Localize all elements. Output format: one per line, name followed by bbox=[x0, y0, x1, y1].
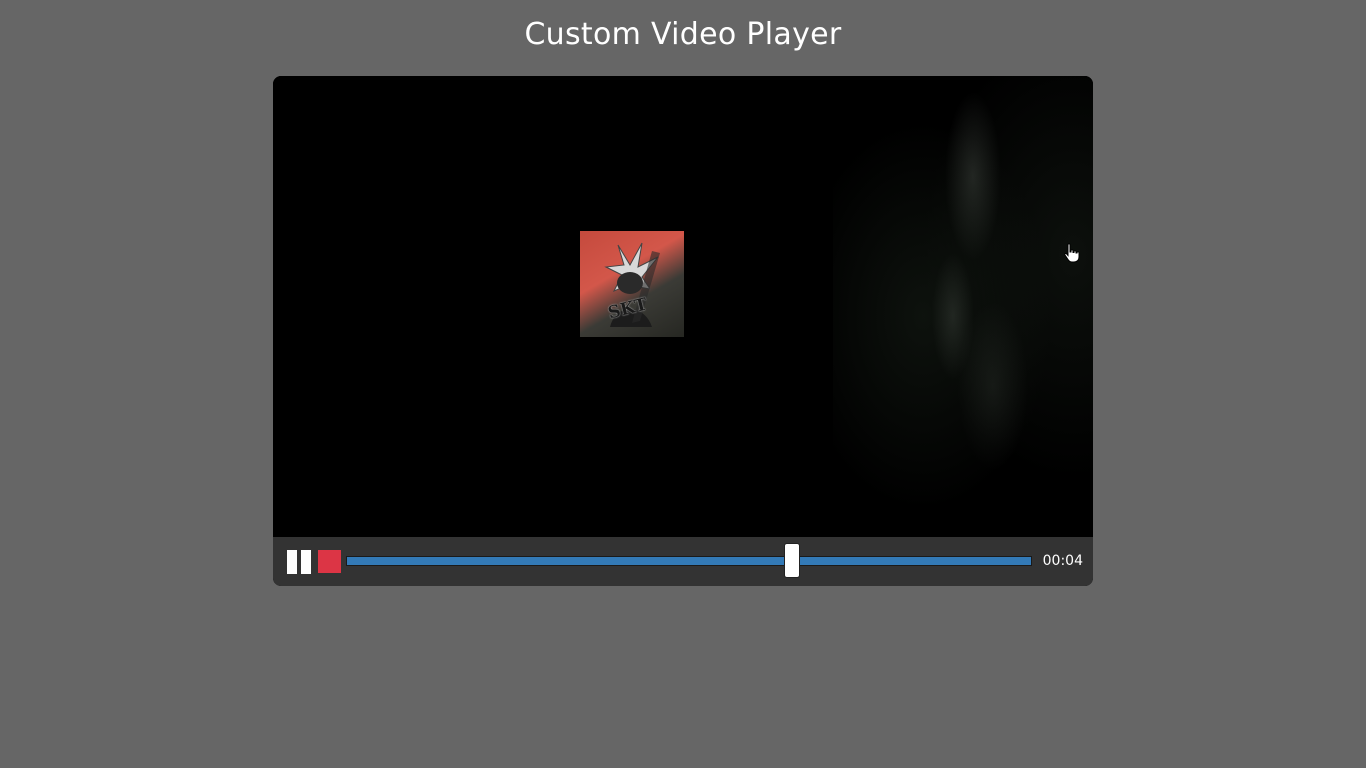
smoke-background bbox=[833, 76, 1093, 537]
page-title: Custom Video Player bbox=[524, 17, 842, 52]
progress-thumb[interactable] bbox=[784, 543, 801, 578]
pause-icon bbox=[287, 550, 297, 574]
channel-logo: SKT bbox=[580, 231, 684, 337]
video-screen[interactable]: SKT bbox=[273, 76, 1093, 537]
pause-icon-bar bbox=[301, 550, 311, 574]
pause-button[interactable] bbox=[287, 550, 311, 574]
hand-pointer-icon bbox=[1063, 243, 1081, 267]
video-player: SKT 00:04 bbox=[273, 76, 1093, 586]
controls-bar: 00:04 bbox=[273, 537, 1093, 586]
progress-bar[interactable] bbox=[346, 543, 1032, 578]
stop-button[interactable] bbox=[318, 550, 341, 573]
current-time: 00:04 bbox=[1042, 553, 1083, 569]
